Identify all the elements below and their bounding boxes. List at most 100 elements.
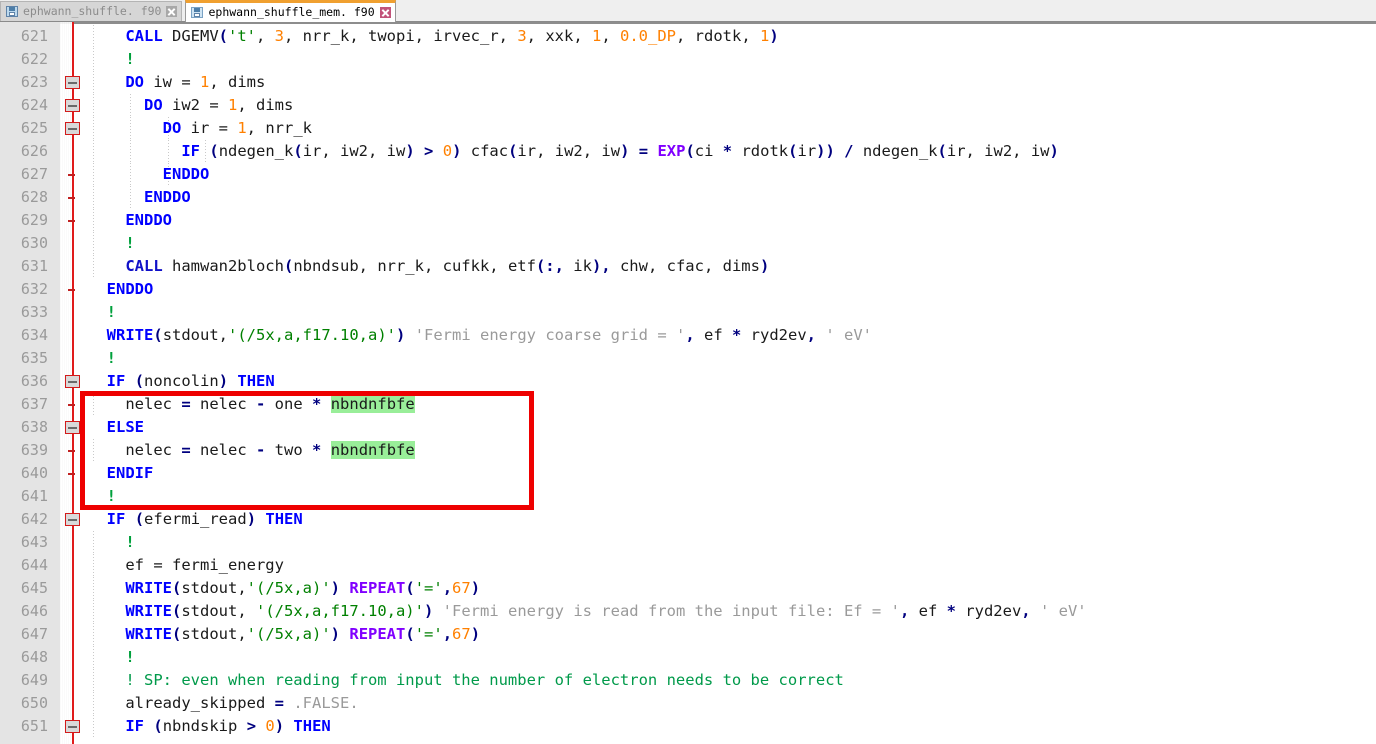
close-icon[interactable] — [166, 6, 178, 17]
tab-1[interactable]: ephwann_shuffle. f90 — [0, 1, 183, 21]
code-token: DO — [162, 119, 182, 137]
code-line[interactable]: 639 nelec = nelec - two * nbndnfbfe — [0, 439, 1376, 462]
code-line[interactable]: 648 ! — [0, 646, 1376, 669]
code-line[interactable]: 624 DO iw2 = 1, dims — [0, 94, 1376, 117]
code-text[interactable]: ! — [88, 646, 134, 669]
code-text[interactable]: ENDDO — [88, 163, 210, 186]
code-line[interactable]: 642 IF (efermi_read) THEN — [0, 508, 1376, 531]
code-line[interactable]: 626 IF (ndegen_k(ir, iw2, iw) > 0) cfac(… — [0, 140, 1376, 163]
code-line[interactable]: 650 already_skipped = .FALSE. — [0, 692, 1376, 715]
code-line[interactable]: 622 ! — [0, 48, 1376, 71]
code-token: '(/5x,a)' — [246, 579, 331, 597]
code-token: ), — [591, 257, 611, 275]
tab-bar: ephwann_shuffle. f90 ephwann_shuffle_mem.… — [0, 0, 1376, 22]
code-line[interactable]: 646 WRITE(stdout, '(/5x,a,f17.10,a)') 'F… — [0, 600, 1376, 623]
code-line[interactable]: 632 ENDDO — [0, 278, 1376, 301]
code-text[interactable]: IF (efermi_read) THEN — [88, 508, 303, 531]
code-line[interactable]: 629 ENDDO — [0, 209, 1376, 232]
code-text[interactable]: DO ir = 1, nrr_k — [88, 117, 312, 140]
code-text[interactable]: WRITE(stdout, '(/5x,a,f17.10,a)') 'Fermi… — [88, 600, 1086, 623]
close-icon[interactable] — [379, 7, 391, 18]
code-text[interactable]: ! — [88, 301, 116, 324]
code-token: ! — [106, 487, 117, 505]
code-token: - — [256, 395, 266, 413]
code-line[interactable]: 633 ! — [0, 301, 1376, 324]
code-line[interactable]: 641 ! — [0, 485, 1376, 508]
code-line[interactable]: 647 WRITE(stdout,'(/5x,a)') REPEAT('=',6… — [0, 623, 1376, 646]
code-token: REPEAT — [349, 625, 406, 643]
code-line[interactable]: 628 ENDDO — [0, 186, 1376, 209]
line-number: 640 — [20, 464, 48, 482]
fold-collapse-icon[interactable] — [65, 720, 80, 733]
code-line[interactable]: 631 CALL hamwan2bloch(nbndsub, nrr_k, cu… — [0, 255, 1376, 278]
code-text[interactable]: ! — [88, 531, 134, 554]
line-number: 646 — [20, 602, 48, 620]
code-line[interactable]: 627 ENDDO — [0, 163, 1376, 186]
code-text[interactable]: ENDDO — [88, 278, 154, 301]
tab-2[interactable]: ephwann_shuffle_mem. f90 — [185, 0, 396, 22]
code-line[interactable]: 649 ! SP: even when reading from input t… — [0, 669, 1376, 692]
fold-collapse-icon[interactable] — [65, 122, 80, 135]
code-text[interactable]: ENDIF — [88, 462, 154, 485]
code-line[interactable]: 637 nelec = nelec - one * nbndnfbfe — [0, 393, 1376, 416]
code-text[interactable]: IF (noncolin) THEN — [88, 370, 275, 393]
code-text[interactable]: CALL hamwan2bloch(nbndsub, nrr_k, cufkk,… — [88, 255, 769, 278]
code-token: DGEMV — [162, 27, 219, 45]
code-text[interactable]: nelec = nelec - one * nbndnfbfe — [88, 393, 415, 416]
code-text[interactable]: ! — [88, 485, 116, 508]
line-number: 650 — [20, 694, 48, 712]
code-line[interactable]: 634 WRITE(stdout,'(/5x,a,f17.10,a)') 'Fe… — [0, 324, 1376, 347]
code-text[interactable]: ! SP: even when reading from input the n… — [88, 669, 844, 692]
code-token: WRITE — [106, 326, 154, 344]
code-text[interactable]: WRITE(stdout,'(/5x,a,f17.10,a)') 'Fermi … — [88, 324, 872, 347]
code-line[interactable]: 630 ! — [0, 232, 1376, 255]
fold-collapse-icon[interactable] — [65, 76, 80, 89]
code-line[interactable]: 625 DO ir = 1, nrr_k — [0, 117, 1376, 140]
code-line[interactable]: 643 ! — [0, 531, 1376, 554]
line-number: 644 — [20, 556, 48, 574]
code-line[interactable]: 636 IF (noncolin) THEN — [0, 370, 1376, 393]
code-token: = — [181, 441, 191, 459]
code-line[interactable]: 621 CALL DGEMV('t', 3, nrr_k, twopi, irv… — [0, 25, 1376, 48]
code-line[interactable]: 638 ELSE — [0, 416, 1376, 439]
code-text[interactable]: IF (ndegen_k(ir, iw2, iw) > 0) cfac(ir, … — [88, 140, 1059, 163]
code-line[interactable]: 644 ef = fermi_energy — [0, 554, 1376, 577]
code-token: 'Fermi energy coarse grid = ' — [414, 326, 686, 344]
code-text[interactable]: DO iw = 1, dims — [88, 71, 265, 94]
code-text[interactable]: ef = fermi_energy — [88, 554, 284, 577]
code-text[interactable]: already_skipped = .FALSE. — [88, 692, 358, 715]
code-token: iw = — [144, 73, 200, 91]
code-token: ( — [937, 142, 947, 160]
code-line[interactable]: 623 DO iw = 1, dims — [0, 71, 1376, 94]
code-token: DO — [144, 96, 163, 114]
fold-collapse-icon[interactable] — [65, 513, 80, 526]
code-text[interactable]: DO iw2 = 1, dims — [88, 94, 293, 117]
fold-collapse-icon[interactable] — [65, 421, 80, 434]
code-text[interactable]: ENDDO — [88, 209, 172, 232]
code-text[interactable]: IF (nbndskip > 0) THEN — [88, 715, 330, 738]
code-token: CALL — [125, 27, 163, 45]
code-text[interactable]: WRITE(stdout,'(/5x,a)') REPEAT('=',67) — [88, 623, 480, 646]
code-text[interactable]: ! — [88, 48, 134, 71]
code-line[interactable]: 645 WRITE(stdout,'(/5x,a)') REPEAT('=',6… — [0, 577, 1376, 600]
code-editor[interactable]: 621 CALL DGEMV('t', 3, nrr_k, twopi, irv… — [0, 22, 1376, 744]
code-text[interactable]: CALL DGEMV('t', 3, nrr_k, twopi, irvec_r… — [88, 25, 778, 48]
code-line[interactable]: 640 ENDIF — [0, 462, 1376, 485]
fold-collapse-icon[interactable] — [65, 375, 80, 388]
code-token: ir, iw2, iw — [517, 142, 621, 160]
code-text[interactable]: ELSE — [88, 416, 144, 439]
code-text[interactable]: ! — [88, 232, 134, 255]
code-token: REPEAT — [349, 579, 406, 597]
code-line[interactable]: 651 IF (nbndskip > 0) THEN — [0, 715, 1376, 738]
code-text[interactable]: ENDDO — [88, 186, 191, 209]
code-line[interactable]: 635 ! — [0, 347, 1376, 370]
code-token: ( — [405, 625, 415, 643]
fold-collapse-icon[interactable] — [65, 99, 80, 112]
code-text[interactable]: WRITE(stdout,'(/5x,a)') REPEAT('=',67) — [88, 577, 480, 600]
code-text[interactable]: nelec = nelec - two * nbndnfbfe — [88, 439, 415, 462]
tab-bar-empty-area — [395, 0, 1376, 21]
code-text[interactable]: ! — [88, 347, 116, 370]
